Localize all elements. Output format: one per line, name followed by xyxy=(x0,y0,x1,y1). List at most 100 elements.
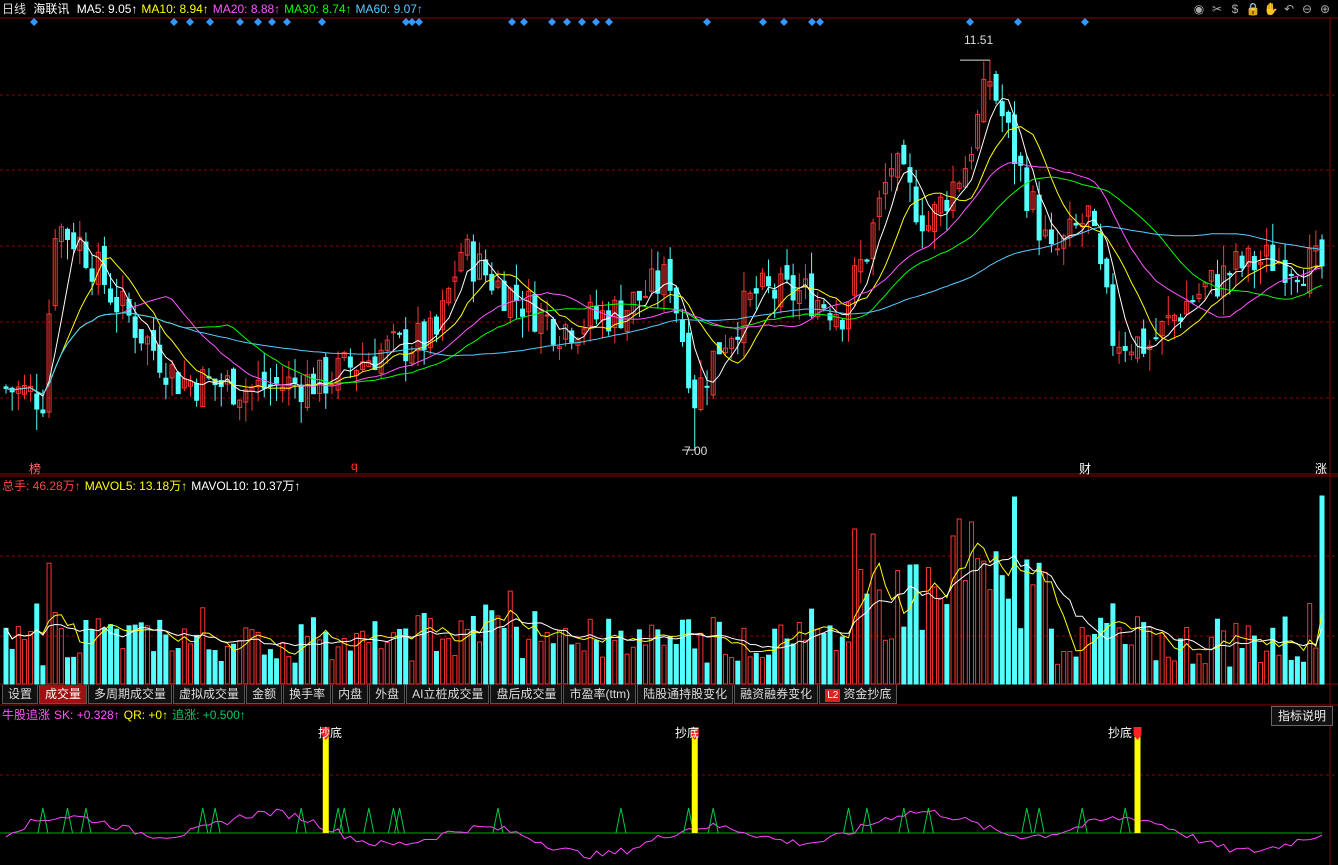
volume-bar xyxy=(224,645,230,685)
tab-3[interactable]: 虚拟成交量 xyxy=(173,685,246,704)
volume-bar xyxy=(144,625,150,685)
chase-signal xyxy=(492,807,504,834)
tab-7[interactable]: 外盘 xyxy=(369,685,406,704)
chase-signal xyxy=(861,807,873,834)
volume-bar xyxy=(704,662,710,685)
event-diamond-icon xyxy=(605,18,613,26)
dollar-icon[interactable]: $ xyxy=(1226,1,1244,17)
event-diamond-icon xyxy=(283,18,291,26)
tab-label: 陆股通持股变化 xyxy=(643,687,728,701)
event-marker-finance[interactable]: 财 xyxy=(1079,460,1091,477)
candle-body xyxy=(163,377,169,385)
volume-bar xyxy=(1288,659,1294,685)
candle-body xyxy=(1098,233,1104,265)
candle-body xyxy=(532,294,538,332)
volume-bar xyxy=(593,639,599,685)
volume-bar xyxy=(544,631,550,685)
signal-label-1: 抄底 xyxy=(318,726,343,740)
candle-body xyxy=(735,336,741,340)
eye-icon[interactable]: ◉ xyxy=(1190,1,1208,17)
candle-body xyxy=(1104,258,1110,288)
event-diamond-icon xyxy=(408,18,416,26)
candle-body xyxy=(772,289,778,299)
tab-10[interactable]: 市盈率(ttm) xyxy=(563,685,637,704)
tab-5[interactable]: 换手率 xyxy=(283,685,332,704)
volume-legend-1: MAVOL5: 13.18万↑ xyxy=(84,479,188,493)
volume-bar xyxy=(101,627,107,685)
tab-13[interactable]: L2 资金抄底 xyxy=(819,685,898,704)
volume-bar xyxy=(999,575,1005,685)
volume-bar xyxy=(1036,562,1042,685)
volume-bar xyxy=(852,528,858,685)
mavol5-line xyxy=(5,542,1323,655)
candle-body xyxy=(108,288,114,303)
volume-bar xyxy=(827,625,833,685)
volume-bar xyxy=(1048,628,1054,685)
hand-icon[interactable]: ✋ xyxy=(1262,1,1280,17)
candle-body xyxy=(679,319,685,342)
event-diamond-icon xyxy=(592,18,600,26)
volume-bar xyxy=(1042,571,1048,685)
volume-bar xyxy=(1276,654,1282,685)
volume-bar xyxy=(495,615,501,685)
indicator-legend-1: SK: +0.328↑ xyxy=(54,708,120,722)
volume-bar xyxy=(673,643,679,685)
tab-11[interactable]: 陆股通持股变化 xyxy=(637,685,734,704)
ma-legend-4: MA60: 9.07↑ xyxy=(355,2,423,16)
volume-bar xyxy=(679,619,685,685)
volume-bar xyxy=(409,660,415,685)
candle-body xyxy=(686,332,692,389)
event-marker-rank[interactable]: 榜 xyxy=(29,460,41,477)
volume-bar xyxy=(1190,663,1196,685)
volume-bar xyxy=(925,567,931,685)
chase-signal xyxy=(615,807,627,834)
candle-body xyxy=(821,304,827,309)
tab-8[interactable]: AI立桩成交量 xyxy=(406,685,490,704)
volume-legend-0: 总手: 46.28万↑ xyxy=(2,479,81,493)
tab-1[interactable]: 成交量 xyxy=(39,685,88,704)
candle-body xyxy=(1190,300,1196,303)
volume-bar xyxy=(175,648,181,685)
stock-chart[interactable] xyxy=(0,0,1338,865)
volume-bar xyxy=(809,608,815,685)
tab-0[interactable]: 设置 xyxy=(2,685,39,704)
candle-body xyxy=(944,199,950,212)
volume-bar xyxy=(882,639,888,685)
chart-toolbar: ◉ ✂ $ 🔒 ✋ ↶ ⊖ ⊕ xyxy=(1190,1,1334,17)
volume-bar xyxy=(21,639,27,685)
candle-body xyxy=(1301,283,1307,286)
volume-bar xyxy=(1282,616,1288,685)
tab-2[interactable]: 多周期成交量 xyxy=(88,685,173,704)
candle-body xyxy=(753,288,759,294)
tab-4[interactable]: 金额 xyxy=(246,685,283,704)
volume-bar xyxy=(187,643,193,685)
event-marker-q[interactable]: q xyxy=(351,459,358,473)
chase-signal xyxy=(1119,807,1131,834)
tab-6[interactable]: 内盘 xyxy=(332,685,369,704)
volume-bar xyxy=(1319,495,1325,685)
volume-bar xyxy=(77,652,83,685)
lock-icon[interactable]: 🔒 xyxy=(1244,1,1262,17)
volume-bar xyxy=(286,656,292,685)
volume-bar xyxy=(483,604,489,685)
volume-bar xyxy=(261,654,267,685)
event-marker-limitup[interactable]: 涨 xyxy=(1315,460,1327,477)
volume-bar xyxy=(1005,598,1011,685)
volume-bar xyxy=(950,535,956,685)
volume-bar xyxy=(200,607,206,685)
volume-bar xyxy=(538,640,544,685)
tab-12[interactable]: 融资融券变化 xyxy=(734,685,819,704)
tab-9[interactable]: 盘后成交量 xyxy=(490,685,563,704)
event-diamond-icon xyxy=(703,18,711,26)
volume-bar xyxy=(1214,618,1220,685)
minus-icon[interactable]: ⊖ xyxy=(1298,1,1316,17)
undo-icon[interactable]: ↶ xyxy=(1280,1,1298,17)
indicator-explain-button[interactable]: 指标说明 xyxy=(1270,706,1333,726)
scissors-icon[interactable]: ✂ xyxy=(1208,1,1226,17)
tab-label: AI立桩成交量 xyxy=(412,687,484,701)
candle-body xyxy=(1055,248,1061,251)
event-diamond-icon xyxy=(206,18,214,26)
volume-bar xyxy=(624,653,630,685)
candle-body xyxy=(901,144,907,165)
plus-icon[interactable]: ⊕ xyxy=(1316,1,1334,17)
